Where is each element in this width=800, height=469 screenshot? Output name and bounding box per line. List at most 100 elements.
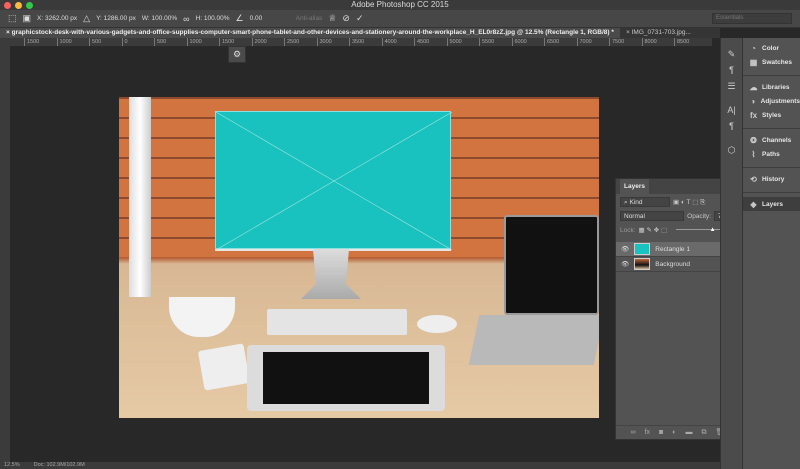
fx-icon[interactable]: fx bbox=[645, 426, 650, 439]
panel-label: Layers bbox=[762, 200, 783, 208]
maximize-window-button[interactable] bbox=[26, 2, 33, 9]
laptop-base bbox=[468, 315, 599, 365]
layer-name: Rectangle 1 bbox=[655, 245, 690, 253]
ruler-tick-label: 5500 bbox=[479, 38, 494, 46]
history-brush-icon[interactable]: ✎ bbox=[721, 46, 742, 62]
panel-adjustments[interactable]: ◑ Adjustments bbox=[743, 94, 800, 108]
panel-label: Color bbox=[762, 44, 779, 52]
lock-icons[interactable]: ▦ ✎ ✥ ⬚ bbox=[639, 226, 668, 234]
smartphone bbox=[197, 343, 251, 391]
cancel-transform-icon[interactable]: ⊘ bbox=[342, 13, 350, 24]
new-layer-icon[interactable]: ⧉ bbox=[702, 426, 707, 439]
ruler-tick-label: 1500 bbox=[24, 38, 39, 46]
layers-icon: ◈ bbox=[750, 199, 757, 209]
rectangle-1-mockup[interactable] bbox=[215, 111, 452, 250]
ruler-tick-label: 500 bbox=[154, 38, 166, 46]
add-mask-icon[interactable]: ◙ bbox=[659, 426, 663, 439]
visibility-eye-icon[interactable]: 👁 bbox=[621, 245, 629, 253]
anti-alias-label[interactable]: Anti-alias bbox=[296, 15, 323, 22]
opacity-slider[interactable]: ▲ bbox=[676, 227, 727, 233]
tool-presets-icon[interactable]: ☰ bbox=[721, 78, 742, 94]
laptop-screen bbox=[504, 215, 599, 315]
history-icon: ⟲ bbox=[750, 174, 757, 184]
y-field[interactable]: Y: 1286.00 px bbox=[96, 15, 136, 22]
close-window-button[interactable] bbox=[4, 2, 11, 9]
paths-icon: ⌇ bbox=[751, 149, 756, 159]
panel-layers[interactable]: ◈ Layers bbox=[743, 197, 800, 211]
3d-icon[interactable]: ⬡ bbox=[721, 142, 742, 158]
properties-float-icon[interactable]: ⚙ bbox=[228, 46, 246, 63]
visibility-eye-icon[interactable]: 👁 bbox=[621, 260, 629, 268]
layer-thumbnail bbox=[634, 258, 651, 270]
ruler-corner bbox=[0, 38, 10, 47]
kind-placeholder: Kind bbox=[629, 199, 643, 206]
ruler-tick-label: 8000 bbox=[641, 38, 657, 46]
panel-history[interactable]: ⟲ History bbox=[743, 172, 800, 186]
zoom-level[interactable]: 12.5% bbox=[4, 462, 20, 469]
panel-label: Swatches bbox=[762, 58, 792, 66]
ruler-tick-label: 8500 bbox=[674, 38, 689, 46]
coffee-cup bbox=[169, 297, 235, 337]
horizontal-ruler[interactable]: 1500 1000 500 0 500 1000 1500 2000 2500 3000 3500 4… bbox=[10, 38, 712, 47]
width-field[interactable]: W: 100.00% bbox=[142, 15, 177, 22]
desk-lamp bbox=[129, 97, 151, 297]
tab-document-1[interactable]: × graphicstock-desk-with-various-gadgets… bbox=[0, 28, 620, 38]
ruler-tick-label: 500 bbox=[89, 38, 101, 46]
angle-icon: ∠ bbox=[235, 13, 244, 23]
libraries-icon: ☁ bbox=[749, 82, 758, 92]
lock-label: Lock: bbox=[620, 226, 636, 234]
mouse bbox=[417, 315, 457, 333]
blend-mode-select[interactable]: Normal bbox=[620, 211, 685, 221]
brush-presets-icon[interactable]: ¶ bbox=[721, 62, 742, 78]
delta-icon[interactable]: △ bbox=[83, 13, 90, 24]
vertical-ruler[interactable] bbox=[0, 47, 10, 462]
height-field[interactable]: H: 100.00% bbox=[196, 15, 230, 22]
ruler-tick-label: 3500 bbox=[349, 38, 364, 46]
window-title: Adobe Photoshop CC 2015 bbox=[351, 0, 449, 9]
x-field[interactable]: X: 3262.00 px bbox=[37, 15, 77, 22]
ruler-tick-label: 1000 bbox=[56, 38, 72, 46]
panel-paths[interactable]: ⌇ Paths bbox=[743, 147, 800, 161]
status-bar: 12.5% Doc: 102.9M/102.9M bbox=[0, 462, 720, 469]
adjustment-layer-icon[interactable]: ◐ bbox=[672, 426, 676, 439]
panel-channels[interactable]: ❂ Channels bbox=[743, 133, 800, 147]
tab-document-2[interactable]: × IMG_0731-703.jpg... bbox=[620, 28, 697, 38]
panel-label: Paths bbox=[762, 150, 780, 158]
panel-color[interactable]: ◔ Color bbox=[743, 41, 800, 55]
angle-field[interactable]: 0.00 bbox=[250, 15, 290, 22]
paragraph-icon[interactable]: ¶ bbox=[721, 118, 742, 134]
move-tool-icon[interactable]: ⬚ bbox=[8, 13, 17, 24]
panel-label: Libraries bbox=[762, 83, 790, 91]
minimize-window-button[interactable] bbox=[15, 2, 22, 9]
link-icon[interactable]: ∞ bbox=[183, 14, 189, 24]
layer-thumbnail bbox=[634, 243, 651, 255]
workspace-select[interactable]: Essentials bbox=[712, 13, 792, 24]
options-bar: ⬚ ▣ X: 3262.00 px △ Y: 1286.00 px W: 100… bbox=[0, 10, 800, 28]
link-layers-icon[interactable]: ∞ bbox=[631, 426, 636, 439]
ruler-tick-label: 4000 bbox=[381, 38, 397, 46]
ruler-tick-label: 2000 bbox=[251, 38, 267, 46]
panel-label: Adjustments bbox=[760, 97, 800, 105]
panel-label: Styles bbox=[762, 111, 782, 119]
new-group-icon[interactable]: ▬ bbox=[686, 426, 693, 439]
tablet bbox=[247, 345, 445, 411]
panel-label: History bbox=[762, 175, 785, 183]
panel-swatches[interactable]: ▦ Swatches bbox=[743, 55, 800, 69]
title-bar: Adobe Photoshop CC 2015 bbox=[0, 0, 800, 10]
kind-filter[interactable]: ⌕ Kind bbox=[620, 197, 670, 207]
doc-size: Doc: 102.9M/102.9M bbox=[33, 462, 85, 468]
placeholder-cross bbox=[216, 112, 452, 250]
layers-tab[interactable]: Layers bbox=[620, 179, 649, 194]
ruler-tick-label: 1000 bbox=[186, 38, 202, 46]
adjustments-icon: ◑ bbox=[750, 96, 756, 106]
character-icon[interactable]: A| bbox=[721, 102, 742, 118]
commit-transform-icon[interactable]: ✓ bbox=[356, 13, 364, 24]
ruler-tick-label: 3000 bbox=[316, 38, 332, 46]
canvas-image[interactable] bbox=[119, 97, 599, 418]
panel-libraries[interactable]: ☁ Libraries bbox=[743, 80, 800, 94]
opacity-slider-thumb[interactable]: ▲ bbox=[710, 227, 716, 233]
panel-styles[interactable]: fx Styles bbox=[743, 108, 800, 122]
filter-icons[interactable]: ▣ ◐ T ⬚ ⎘ bbox=[673, 198, 705, 207]
warp-icon[interactable]: ♕ bbox=[328, 13, 336, 24]
reference-point-icon[interactable]: ▣ bbox=[23, 13, 32, 24]
